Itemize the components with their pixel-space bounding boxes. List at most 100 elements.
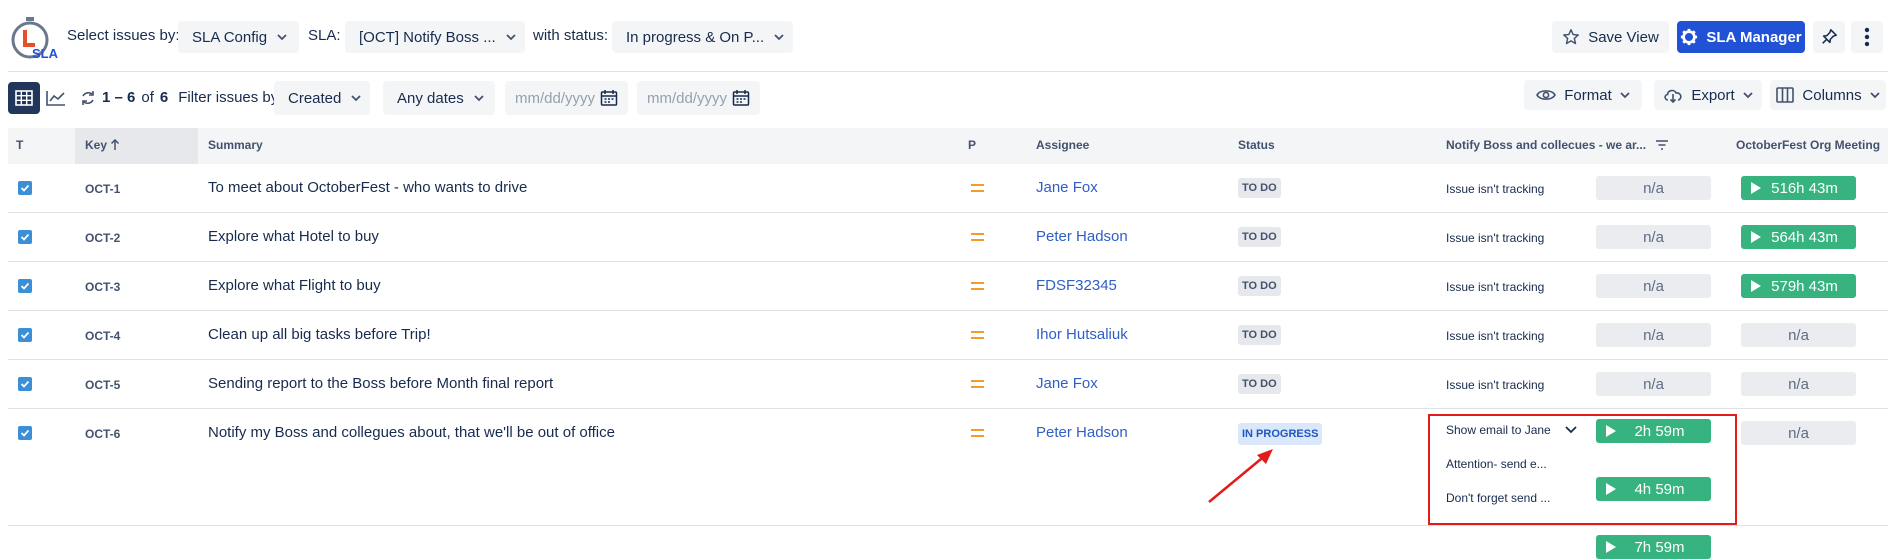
- row-checkbox[interactable]: [18, 181, 32, 195]
- table-row: OCT-4 Clean up all big tasks before Trip…: [8, 311, 1888, 360]
- more-vertical-icon: [1864, 27, 1870, 47]
- columns-label: Columns: [1802, 86, 1862, 104]
- assignee-link[interactable]: Jane Fox: [1036, 179, 1098, 196]
- sla-timer: 7h 59m: [1596, 535, 1711, 559]
- column-header-status[interactable]: Status: [1238, 138, 1275, 152]
- priority-medium-icon: [971, 429, 984, 437]
- filter-dates-dropdown[interactable]: Any dates: [383, 81, 495, 115]
- columns-button[interactable]: Columns: [1770, 80, 1886, 110]
- column-header-key[interactable]: Key: [85, 138, 120, 152]
- column-header-priority[interactable]: P: [968, 138, 976, 152]
- chevron-down-icon: [774, 34, 784, 41]
- chevron-down-icon: [1620, 92, 1630, 99]
- pin-button[interactable]: [1813, 21, 1845, 53]
- play-icon: [1751, 182, 1761, 194]
- priority-medium-icon: [971, 380, 984, 388]
- row-checkbox[interactable]: [18, 426, 32, 440]
- row-checkbox[interactable]: [18, 377, 32, 391]
- sla-status-label: Issue isn't tracking: [1446, 329, 1545, 343]
- eye-icon: [1536, 90, 1557, 100]
- column-header-type[interactable]: T: [16, 138, 23, 152]
- checkmark-icon: [20, 429, 30, 437]
- format-label: Format: [1564, 86, 1612, 104]
- sla-manager-label: SLA Manager: [1706, 28, 1802, 46]
- checkmark-icon: [20, 380, 30, 388]
- status-dropdown[interactable]: In progress & On P...: [612, 21, 793, 53]
- row-checkbox[interactable]: [18, 328, 32, 342]
- sla-dropdown[interactable]: [OCT] Notify Boss ...: [345, 21, 525, 53]
- row-checkbox[interactable]: [18, 279, 32, 293]
- refresh-icon[interactable]: [80, 90, 96, 106]
- issue-count: 1 – 6 of 6 Filter issues by:: [80, 89, 282, 106]
- row-checkbox[interactable]: [18, 230, 32, 244]
- date-to-input[interactable]: mm/dd/yyyy: [637, 81, 760, 115]
- assignee-link[interactable]: Peter Hadson: [1036, 228, 1128, 245]
- select-issues-dropdown[interactable]: SLA Config: [178, 21, 299, 53]
- count-of: of: [141, 89, 154, 106]
- sla-status-label: Issue isn't tracking: [1446, 182, 1545, 196]
- count-range: 1 – 6: [102, 89, 136, 106]
- cloud-download-icon: [1664, 89, 1682, 103]
- sla-manager-button[interactable]: SLA Manager: [1677, 21, 1805, 53]
- assignee-link[interactable]: FDSF32345: [1036, 277, 1117, 294]
- issue-key[interactable]: OCT-6: [85, 427, 120, 441]
- sla-value-na: n/a: [1596, 176, 1711, 200]
- issue-summary[interactable]: Explore what Hotel to buy: [208, 228, 379, 245]
- sla-value-na: n/a: [1741, 372, 1856, 396]
- logo-text: SLA: [32, 46, 58, 61]
- priority-medium-icon: [971, 331, 984, 339]
- issue-summary[interactable]: Notify my Boss and collegues about, that…: [208, 424, 615, 441]
- calendar-icon: [600, 90, 618, 106]
- sla-value-na: n/a: [1741, 421, 1856, 445]
- sla-value-na: n/a: [1596, 323, 1711, 347]
- filter-field-value: Created: [288, 89, 342, 107]
- assignee-link[interactable]: Peter Hadson: [1036, 424, 1128, 441]
- checkmark-icon: [20, 331, 30, 339]
- issue-key[interactable]: OCT-2: [85, 231, 120, 245]
- filter-dates-value: Any dates: [397, 89, 464, 107]
- play-icon: [1606, 541, 1616, 553]
- select-issues-label: Select issues by:: [67, 27, 180, 44]
- filter-field-dropdown[interactable]: Created: [274, 81, 370, 115]
- chart-view-button[interactable]: [40, 82, 72, 114]
- issue-summary[interactable]: Clean up all big tasks before Trip!: [208, 326, 431, 343]
- filter-icon[interactable]: [1655, 139, 1669, 151]
- table-view-button[interactable]: [8, 82, 40, 114]
- sla-logo: SLA: [8, 16, 60, 62]
- sla-value-na: n/a: [1596, 372, 1711, 396]
- issue-summary[interactable]: To meet about OctoberFest - who wants to…: [208, 179, 527, 196]
- status-badge: TO DO: [1238, 276, 1281, 296]
- assignee-link[interactable]: Jane Fox: [1036, 375, 1098, 392]
- sla-value: [OCT] Notify Boss ...: [359, 28, 496, 46]
- gear-icon: [1681, 28, 1698, 46]
- column-header-sla2[interactable]: OctoberFest Org Meeting: [1736, 138, 1880, 152]
- grid-icon: [15, 90, 33, 106]
- issue-key[interactable]: OCT-5: [85, 378, 120, 392]
- more-button[interactable]: [1851, 21, 1883, 53]
- with-status-label: with status:: [533, 27, 609, 44]
- issue-key[interactable]: OCT-4: [85, 329, 120, 343]
- status-badge: TO DO: [1238, 178, 1281, 198]
- star-icon: [1563, 29, 1580, 45]
- checkmark-icon: [20, 184, 30, 192]
- date-to-placeholder: mm/dd/yyyy: [647, 89, 728, 107]
- priority-medium-icon: [971, 184, 984, 192]
- select-issues-value: SLA Config: [192, 28, 268, 46]
- save-view-button[interactable]: Save View: [1552, 21, 1669, 53]
- export-button[interactable]: Export: [1654, 80, 1762, 110]
- annotation-highlight-box: [1428, 414, 1737, 525]
- column-header-assignee[interactable]: Assignee: [1036, 138, 1089, 152]
- annotation-arrow-icon: [1208, 449, 1273, 503]
- priority-medium-icon: [971, 282, 984, 290]
- column-header-summary[interactable]: Summary: [208, 138, 263, 152]
- issue-summary[interactable]: Explore what Flight to buy: [208, 277, 381, 294]
- format-button[interactable]: Format: [1524, 80, 1642, 110]
- sla-timer: 564h 43m: [1741, 225, 1856, 249]
- column-header-sla1[interactable]: Notify Boss and collecues - we ar...: [1446, 138, 1646, 152]
- date-from-input[interactable]: mm/dd/yyyy: [505, 81, 628, 115]
- issue-key[interactable]: OCT-3: [85, 280, 120, 294]
- chevron-down-icon: [277, 34, 287, 41]
- issue-key[interactable]: OCT-1: [85, 182, 120, 196]
- assignee-link[interactable]: Ihor Hutsaliuk: [1036, 326, 1128, 343]
- issue-summary[interactable]: Sending report to the Boss before Month …: [208, 375, 553, 392]
